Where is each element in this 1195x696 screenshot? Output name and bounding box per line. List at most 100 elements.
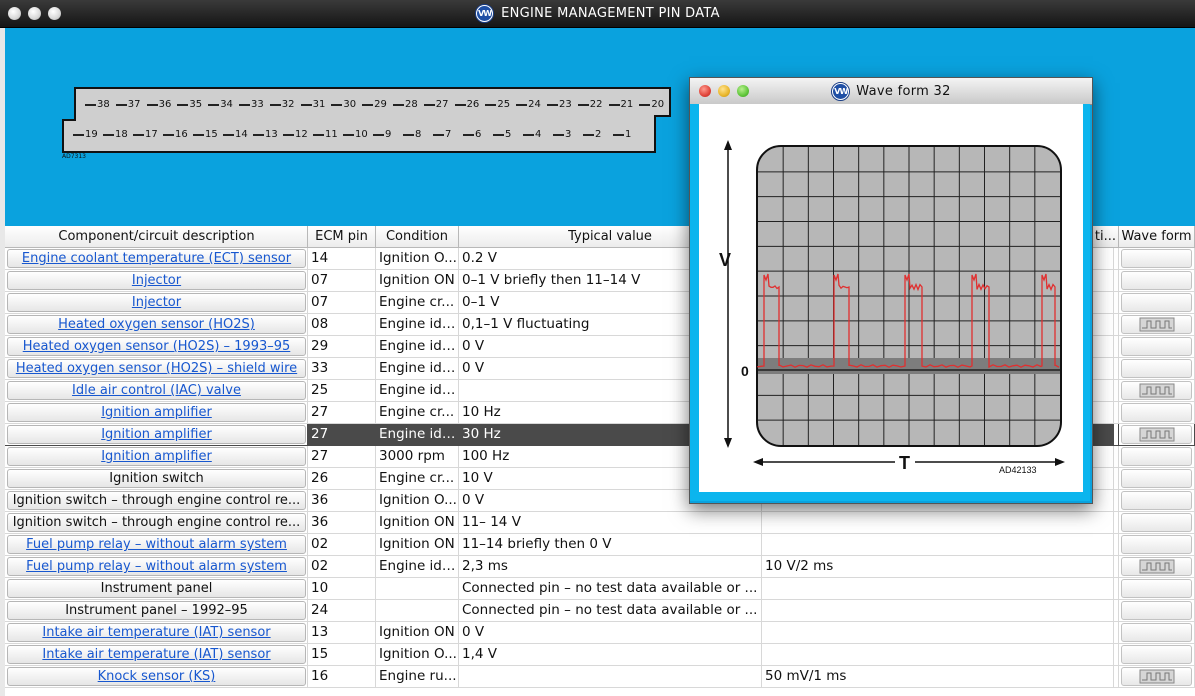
component-button[interactable]: Idle air control (IAC) valve — [7, 381, 306, 400]
table-row[interactable]: Instrument panel 10 Connected pin – no tes… — [5, 578, 1195, 600]
table-row[interactable]: Ignition switch – through engine control… — [5, 512, 1195, 534]
connector-diagram — [62, 87, 671, 153]
wave-form-button[interactable] — [1121, 381, 1192, 400]
component-button[interactable]: Heated oxygen sensor (HO2S) – 1993–95 — [7, 337, 306, 356]
component-button[interactable]: Intake air temperature (IAT) sensor — [7, 623, 306, 642]
typical-value-cell: 2,3 ms — [459, 556, 762, 578]
condition-cell: Ignition ON — [376, 622, 459, 644]
component-button[interactable]: Heated oxygen sensor (HO2S) — [7, 315, 306, 334]
wave-form-button[interactable] — [1121, 557, 1192, 576]
wave-form-button[interactable] — [1121, 623, 1192, 642]
wave-form-button[interactable] — [1121, 293, 1192, 312]
component-button[interactable]: Instrument panel – 1992–95 — [7, 601, 306, 620]
connector-pin: 21 — [608, 99, 640, 110]
y-axis-arrowhead-bottom — [724, 438, 732, 448]
component-button[interactable]: Engine coolant temperature (ECT) sensor — [7, 249, 306, 268]
wave-form-cell — [1119, 292, 1195, 314]
component-button[interactable]: Ignition amplifier — [7, 447, 306, 466]
wave-form-button[interactable] — [1121, 425, 1192, 444]
test-conditions-cell — [762, 622, 1114, 644]
ecm-pin-cell: 13 — [308, 622, 376, 644]
condition-cell: Engine ru... — [376, 666, 459, 688]
connector-top-pin-row: 38 37 36 35 34 33 32 31 30 29 28 27 26 25 24 23 22 21 20 — [85, 99, 670, 110]
component-button[interactable]: Ignition switch — [7, 469, 306, 488]
component-button[interactable]: Fuel pump relay – without alarm system — [7, 557, 306, 576]
connector-pin: 16 — [163, 129, 193, 140]
ecm-pin-cell: 36 — [308, 490, 376, 512]
connector-pin: 33 — [238, 99, 270, 110]
wave-form-button[interactable] — [1121, 337, 1192, 356]
connector-pin: 38 — [85, 99, 116, 110]
ecm-pin-cell: 26 — [308, 468, 376, 490]
table-row[interactable]: Fuel pump relay – without alarm system 02… — [5, 556, 1195, 578]
component-button[interactable]: Ignition amplifier — [7, 403, 306, 422]
connector-pin: 2 — [583, 129, 613, 140]
wave-form-button[interactable] — [1121, 667, 1192, 686]
ecm-pin-cell: 25 — [308, 380, 376, 402]
component-button[interactable]: Injector — [7, 271, 306, 290]
wave-form-button[interactable] — [1121, 315, 1192, 334]
connector-pin: 18 — [103, 129, 133, 140]
oscilloscope-display: V 0 T AD42133 — [719, 140, 1065, 475]
wave-form-button[interactable] — [1121, 513, 1192, 532]
table-row[interactable]: Intake air temperature (IAT) sensor 13 Ign… — [5, 622, 1195, 644]
wave-form-button[interactable] — [1121, 579, 1192, 598]
wave-form-button[interactable] — [1121, 469, 1192, 488]
component-button[interactable]: Intake air temperature (IAT) sensor — [7, 645, 306, 664]
description-cell: Intake air temperature (IAT) sensor — [5, 644, 308, 666]
wave-form-button[interactable] — [1121, 359, 1192, 378]
table-row[interactable]: Intake air temperature (IAT) sensor 15 Ign… — [5, 644, 1195, 666]
connector-pin: 25 — [485, 99, 516, 110]
table-row[interactable]: Fuel pump relay – without alarm system 02… — [5, 534, 1195, 556]
waveform-window-title-bar[interactable]: VW Wave form 32 — [690, 78, 1092, 105]
wave-form-button[interactable] — [1121, 249, 1192, 268]
connector-pin: 14 — [223, 129, 253, 140]
condition-cell: Ignition O... — [376, 248, 459, 270]
ecm-pin-cell: 24 — [308, 600, 376, 622]
waveform-thumbnail-icon — [1139, 559, 1174, 574]
table-row[interactable]: Knock sensor (KS) 16 Engine ru... 50 mV/1 m… — [5, 666, 1195, 688]
component-button[interactable]: Instrument panel — [7, 579, 306, 598]
wave-form-button[interactable] — [1121, 403, 1192, 422]
connector-pin: 24 — [516, 99, 547, 110]
wave-form-button[interactable] — [1121, 491, 1192, 510]
header-ecm-pin[interactable]: ECM pin — [308, 226, 376, 248]
header-description[interactable]: Component/circuit description — [5, 226, 308, 248]
description-cell: Heated oxygen sensor (HO2S) — [5, 314, 308, 336]
wave-form-button[interactable] — [1121, 601, 1192, 620]
main-title-bar[interactable]: VW ENGINE MANAGEMENT PIN DATA — [0, 0, 1195, 28]
wave-form-button[interactable] — [1121, 271, 1192, 290]
wave-form-button[interactable] — [1121, 447, 1192, 466]
component-button[interactable]: Ignition switch – through engine control… — [7, 513, 306, 532]
connector-figure-label: AD7313 — [62, 153, 86, 160]
waveform-window[interactable]: VW Wave form 32 V 0 T AD42133 — [689, 77, 1093, 504]
wave-form-button[interactable] — [1121, 535, 1192, 554]
component-button[interactable]: Injector — [7, 293, 306, 312]
connector-pin: 4 — [523, 129, 553, 140]
connector-pin: 13 — [253, 129, 283, 140]
test-conditions-cell — [762, 534, 1114, 556]
wave-form-cell — [1119, 512, 1195, 534]
typical-value-cell: Connected pin – no test data available o… — [459, 578, 762, 600]
connector-pin: 30 — [331, 99, 362, 110]
component-button[interactable]: Fuel pump relay – without alarm system — [7, 535, 306, 554]
ecm-pin-cell: 29 — [308, 336, 376, 358]
description-cell: Ignition switch – through engine control… — [5, 490, 308, 512]
description-cell: Intake air temperature (IAT) sensor — [5, 622, 308, 644]
header-wave-form[interactable]: Wave form — [1119, 226, 1195, 248]
ecm-pin-cell: 27 — [308, 402, 376, 424]
wave-form-cell — [1119, 358, 1195, 380]
component-button[interactable]: Ignition amplifier — [7, 425, 306, 444]
component-button[interactable]: Ignition switch – through engine control… — [7, 491, 306, 510]
wave-form-button[interactable] — [1121, 645, 1192, 664]
component-button[interactable]: Knock sensor (KS) — [7, 667, 306, 686]
component-button[interactable]: Heated oxygen sensor (HO2S) – shield wir… — [7, 359, 306, 378]
connector-pin: 7 — [433, 129, 463, 140]
header-condition[interactable]: Condition — [376, 226, 459, 248]
table-row[interactable]: Instrument panel – 1992–95 24 Connected pi… — [5, 600, 1195, 622]
wave-form-cell — [1119, 270, 1195, 292]
wave-form-cell — [1119, 248, 1195, 270]
typical-value-cell: 11–14 briefly then 0 V — [459, 534, 762, 556]
ecm-pin-cell: 16 — [308, 666, 376, 688]
connector-pin: 27 — [423, 99, 455, 110]
